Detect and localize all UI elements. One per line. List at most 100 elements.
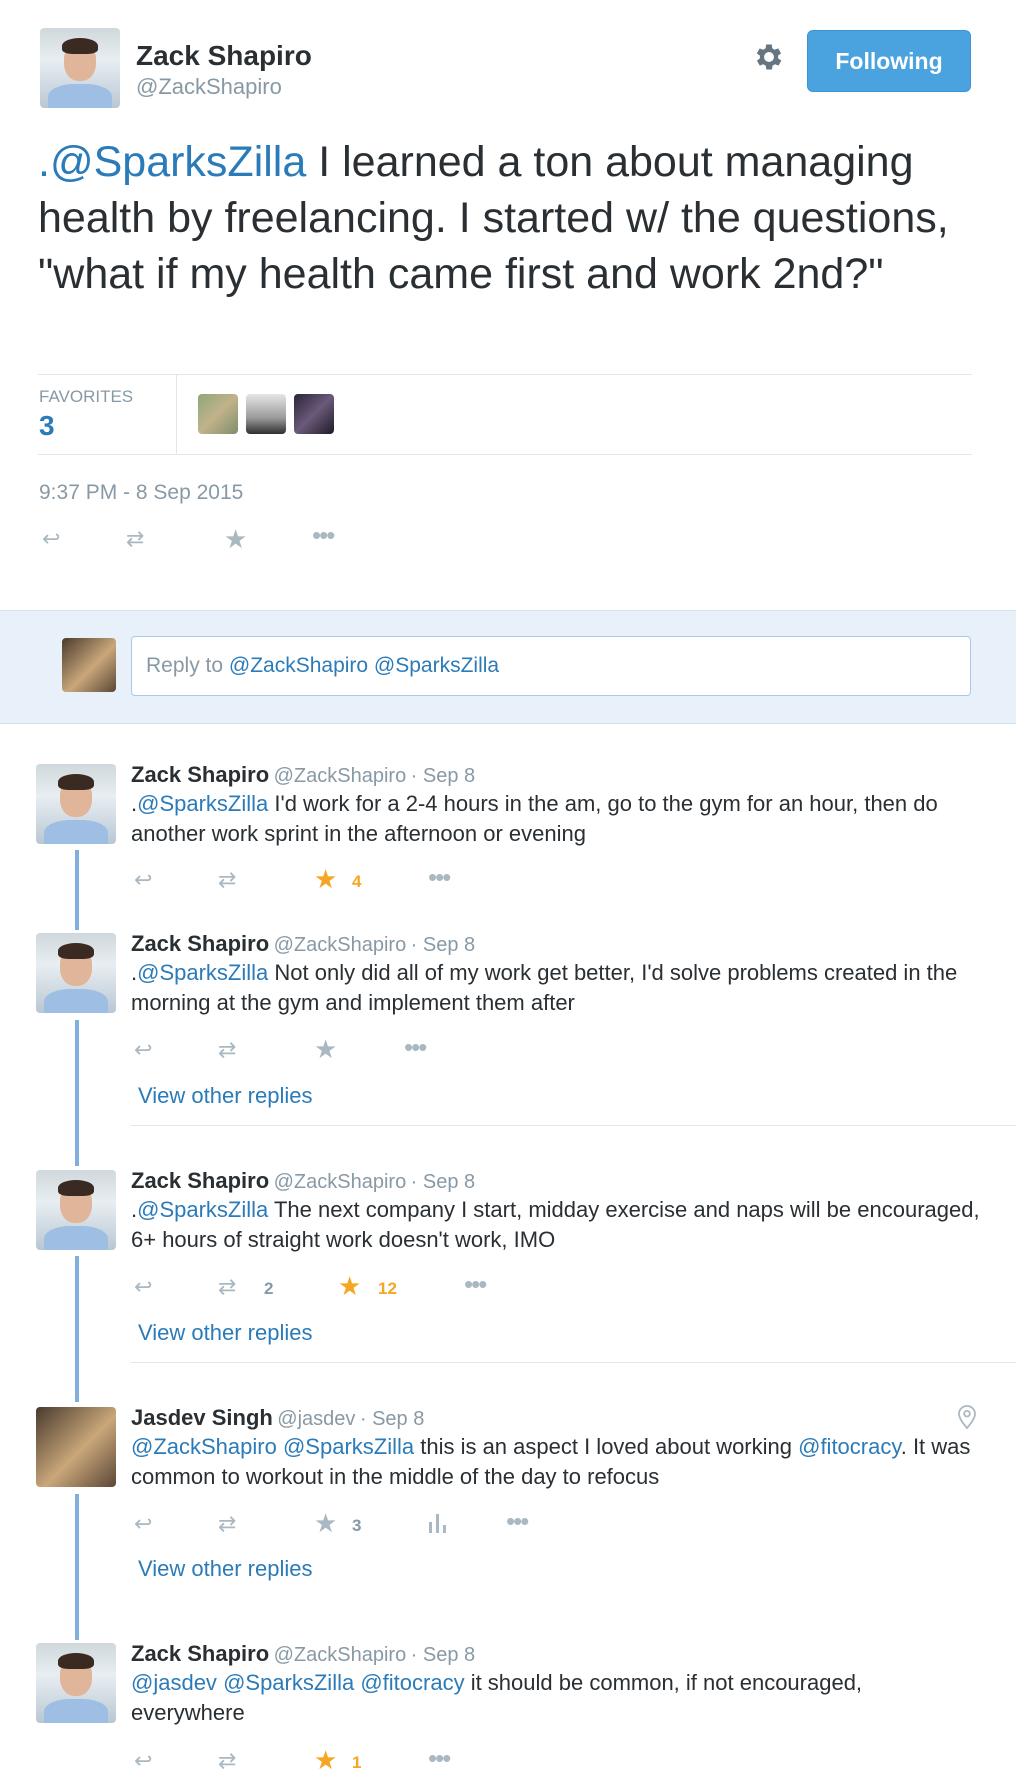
gear-icon[interactable] [752, 40, 786, 74]
reply-avatar[interactable] [36, 764, 116, 844]
reply-header: Zack Shapiro @ZackShapiro · Sep 8 [131, 1641, 475, 1667]
thread-line [75, 1020, 79, 1166]
reply-input[interactable]: Reply to @ZackShapiro @SparksZilla [131, 636, 971, 696]
reply-text-body: this is an aspect I loved about working [414, 1434, 799, 1459]
view-other-replies-link[interactable]: View other replies [138, 1320, 312, 1346]
author-handle[interactable]: @ZackShapiro [136, 74, 282, 100]
favorites-count[interactable]: 3 [39, 410, 55, 442]
retweet-icon[interactable]: ⇄ [218, 869, 236, 891]
mention-link[interactable]: @SparksZilla [283, 1434, 414, 1459]
analytics-icon[interactable] [428, 1512, 448, 1534]
mention-link[interactable]: @SparksZilla [137, 960, 268, 985]
star-icon[interactable]: ★ [314, 1036, 337, 1062]
author-name[interactable]: Zack Shapiro [136, 40, 312, 72]
more-icon[interactable]: ••• [428, 864, 451, 890]
reply-author-handle[interactable]: @ZackShapiro [274, 1644, 407, 1666]
tweet-text: .@SparksZilla I learned a ton about mana… [38, 134, 978, 302]
more-icon[interactable]: ••• [404, 1034, 427, 1060]
reply-header: Zack Shapiro @ZackShapiro · Sep 8 [131, 1168, 475, 1194]
divider-vertical [176, 374, 177, 454]
star-icon[interactable]: ★ [338, 1273, 361, 1299]
view-other-replies-link[interactable]: View other replies [138, 1083, 312, 1109]
reply-date[interactable]: · Sep 8 [411, 765, 475, 787]
mention-link[interactable]: @fitocracy [360, 1670, 464, 1695]
reply-author-handle[interactable]: @ZackShapiro [274, 1171, 407, 1193]
reply-text: @ZackShapiro @SparksZilla this is an asp… [131, 1432, 991, 1492]
reply-author-name[interactable]: Zack Shapiro [131, 1641, 269, 1666]
reply-icon[interactable]: ↩ [42, 528, 60, 550]
mention-link[interactable]: @SparksZilla [50, 138, 306, 186]
favorite-count: 4 [352, 872, 362, 891]
mention-link[interactable]: @SparksZilla [137, 791, 268, 816]
favoriter-avatar[interactable] [246, 394, 286, 434]
reply-author-name[interactable]: Zack Shapiro [131, 931, 269, 956]
favoriter-avatar[interactable] [198, 394, 238, 434]
reply-text: .@SparksZilla I'd work for a 2-4 hours i… [131, 789, 981, 849]
user-avatar [62, 638, 116, 692]
reply-author-handle[interactable]: @ZackShapiro [274, 934, 407, 956]
following-button[interactable]: Following [807, 30, 971, 92]
reply-author-name[interactable]: Jasdev Singh [131, 1405, 273, 1430]
more-icon[interactable]: ••• [506, 1508, 529, 1534]
retweet-icon[interactable]: ⇄ [218, 1750, 236, 1772]
mention-link[interactable]: @SparksZilla [137, 1197, 268, 1222]
mention-link[interactable]: @ZackShapiro [131, 1434, 277, 1459]
reply-text: .@SparksZilla The next company I start, … [131, 1195, 981, 1255]
timestamp[interactable]: 9:37 PM - 8 Sep 2015 [39, 481, 243, 505]
mention-link[interactable]: @jasdev [131, 1670, 217, 1695]
retweet-icon[interactable]: ⇄ [218, 1513, 236, 1535]
mention-link[interactable]: @SparksZilla [223, 1670, 354, 1695]
thread-line [75, 1494, 79, 1640]
reply-icon[interactable]: ↩ [134, 1750, 152, 1772]
reply-header: Zack Shapiro @ZackShapiro · Sep 8 [131, 762, 475, 788]
divider [38, 454, 972, 455]
thread-line [75, 1256, 79, 1402]
star-icon[interactable]: ★ [314, 866, 337, 892]
favoriter-avatar[interactable] [294, 394, 334, 434]
retweet-icon[interactable]: ⇄ [218, 1039, 236, 1061]
divider [38, 374, 972, 375]
reply-header: Jasdev Singh @jasdev · Sep 8 [131, 1405, 424, 1431]
reply-icon[interactable]: ↩ [134, 1276, 152, 1298]
view-other-replies-link[interactable]: View other replies [138, 1556, 312, 1582]
more-icon[interactable]: ••• [428, 1745, 451, 1771]
favorites-label: FAVORITES [39, 387, 134, 406]
divider [131, 1362, 1016, 1363]
tweet-text-prefix: . [38, 138, 50, 186]
reply-icon[interactable]: ↩ [134, 869, 152, 891]
star-icon[interactable]: ★ [224, 526, 247, 552]
retweet-icon[interactable]: ⇄ [126, 528, 144, 550]
reply-input-prefix: Reply to [146, 654, 229, 677]
author-avatar[interactable] [40, 28, 120, 108]
reply-icon[interactable]: ↩ [134, 1039, 152, 1061]
reply-header: Zack Shapiro @ZackShapiro · Sep 8 [131, 931, 475, 957]
reply-author-handle[interactable]: @jasdev [277, 1408, 355, 1430]
reply-input-mentions: @ZackShapiro @SparksZilla [228, 654, 500, 677]
reply-avatar[interactable] [36, 933, 116, 1013]
reply-text: @jasdev @SparksZilla @fitocracy it shoul… [131, 1668, 981, 1728]
reply-author-name[interactable]: Zack Shapiro [131, 762, 269, 787]
retweet-count: 2 [264, 1279, 274, 1298]
reply-date[interactable]: · Sep 8 [411, 934, 475, 956]
location-pin-icon[interactable] [958, 1405, 976, 1430]
reply-text: .@SparksZilla Not only did all of my wor… [131, 958, 981, 1018]
reply-author-handle[interactable]: @ZackShapiro [274, 765, 407, 787]
reply-date[interactable]: · Sep 8 [411, 1171, 475, 1193]
more-icon[interactable]: ••• [464, 1271, 487, 1297]
reply-avatar[interactable] [36, 1643, 116, 1723]
more-icon[interactable]: ••• [312, 522, 335, 548]
reply-avatar[interactable] [36, 1407, 116, 1487]
reply-date[interactable]: · Sep 8 [360, 1408, 424, 1430]
reply-author-name[interactable]: Zack Shapiro [131, 1168, 269, 1193]
mention-link[interactable]: @fitocracy [798, 1434, 901, 1459]
reply-date[interactable]: · Sep 8 [411, 1644, 475, 1666]
reply-avatar[interactable] [36, 1170, 116, 1250]
reply-icon[interactable]: ↩ [134, 1513, 152, 1535]
favorite-count: 3 [352, 1516, 362, 1535]
star-icon[interactable]: ★ [314, 1747, 337, 1773]
retweet-icon[interactable]: ⇄ [218, 1276, 236, 1298]
star-icon[interactable]: ★ [314, 1510, 337, 1536]
favorite-count: 1 [352, 1753, 362, 1772]
thread-line [75, 850, 79, 930]
divider [131, 1125, 1016, 1126]
